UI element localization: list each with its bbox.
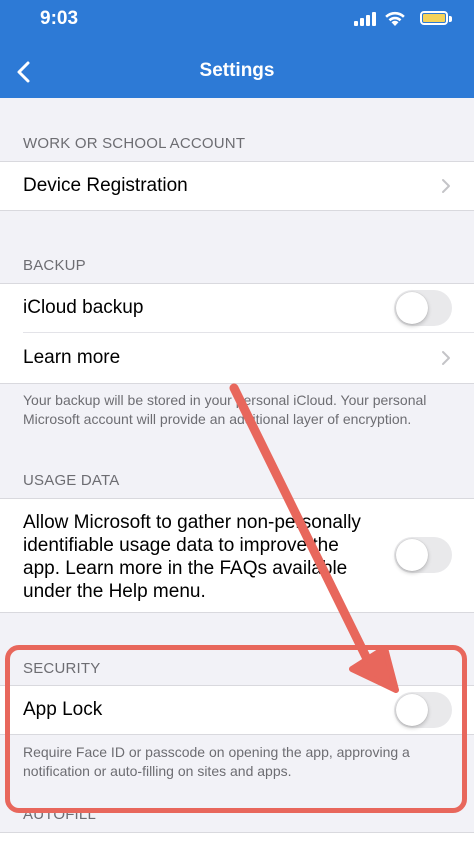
- backup-footer-text: Your backup will be stored in your perso…: [23, 392, 427, 427]
- toggle-knob: [396, 292, 428, 324]
- status-icons: [326, 10, 456, 28]
- status-time: 9:03: [40, 8, 79, 29]
- annotation-highlight-box: [5, 645, 467, 813]
- nav-header: 9:03 Settings: [0, 0, 474, 98]
- backup-group: iCloud backup Learn more: [0, 284, 474, 383]
- usage-data-label: Allow Microsoft to gather non-personally…: [23, 512, 361, 602]
- usage-data-row: Allow Microsoft to gather non-personally…: [0, 499, 474, 612]
- page-title: Settings: [199, 60, 275, 81]
- section-header-work: WORK OR SCHOOL ACCOUNT: [23, 135, 246, 152]
- learn-more-row[interactable]: Learn more: [0, 333, 474, 383]
- usage-data-toggle[interactable]: [394, 537, 452, 573]
- chevron-right-icon: [442, 179, 450, 193]
- device-registration-row[interactable]: Device Registration: [0, 162, 474, 210]
- toggle-knob: [396, 539, 428, 571]
- autofill-row: [0, 833, 474, 845]
- icloud-backup-toggle[interactable]: [394, 290, 452, 326]
- wifi-icon: [385, 11, 405, 26]
- icloud-backup-label: iCloud backup: [23, 297, 144, 318]
- section-header-usage: USAGE DATA: [23, 472, 120, 489]
- device-registration-label: Device Registration: [23, 175, 188, 196]
- battery-icon: [420, 11, 448, 25]
- chevron-right-icon: [442, 351, 450, 365]
- section-header-backup: BACKUP: [23, 257, 86, 274]
- learn-more-label: Learn more: [23, 347, 121, 368]
- signal-icon: [354, 12, 376, 26]
